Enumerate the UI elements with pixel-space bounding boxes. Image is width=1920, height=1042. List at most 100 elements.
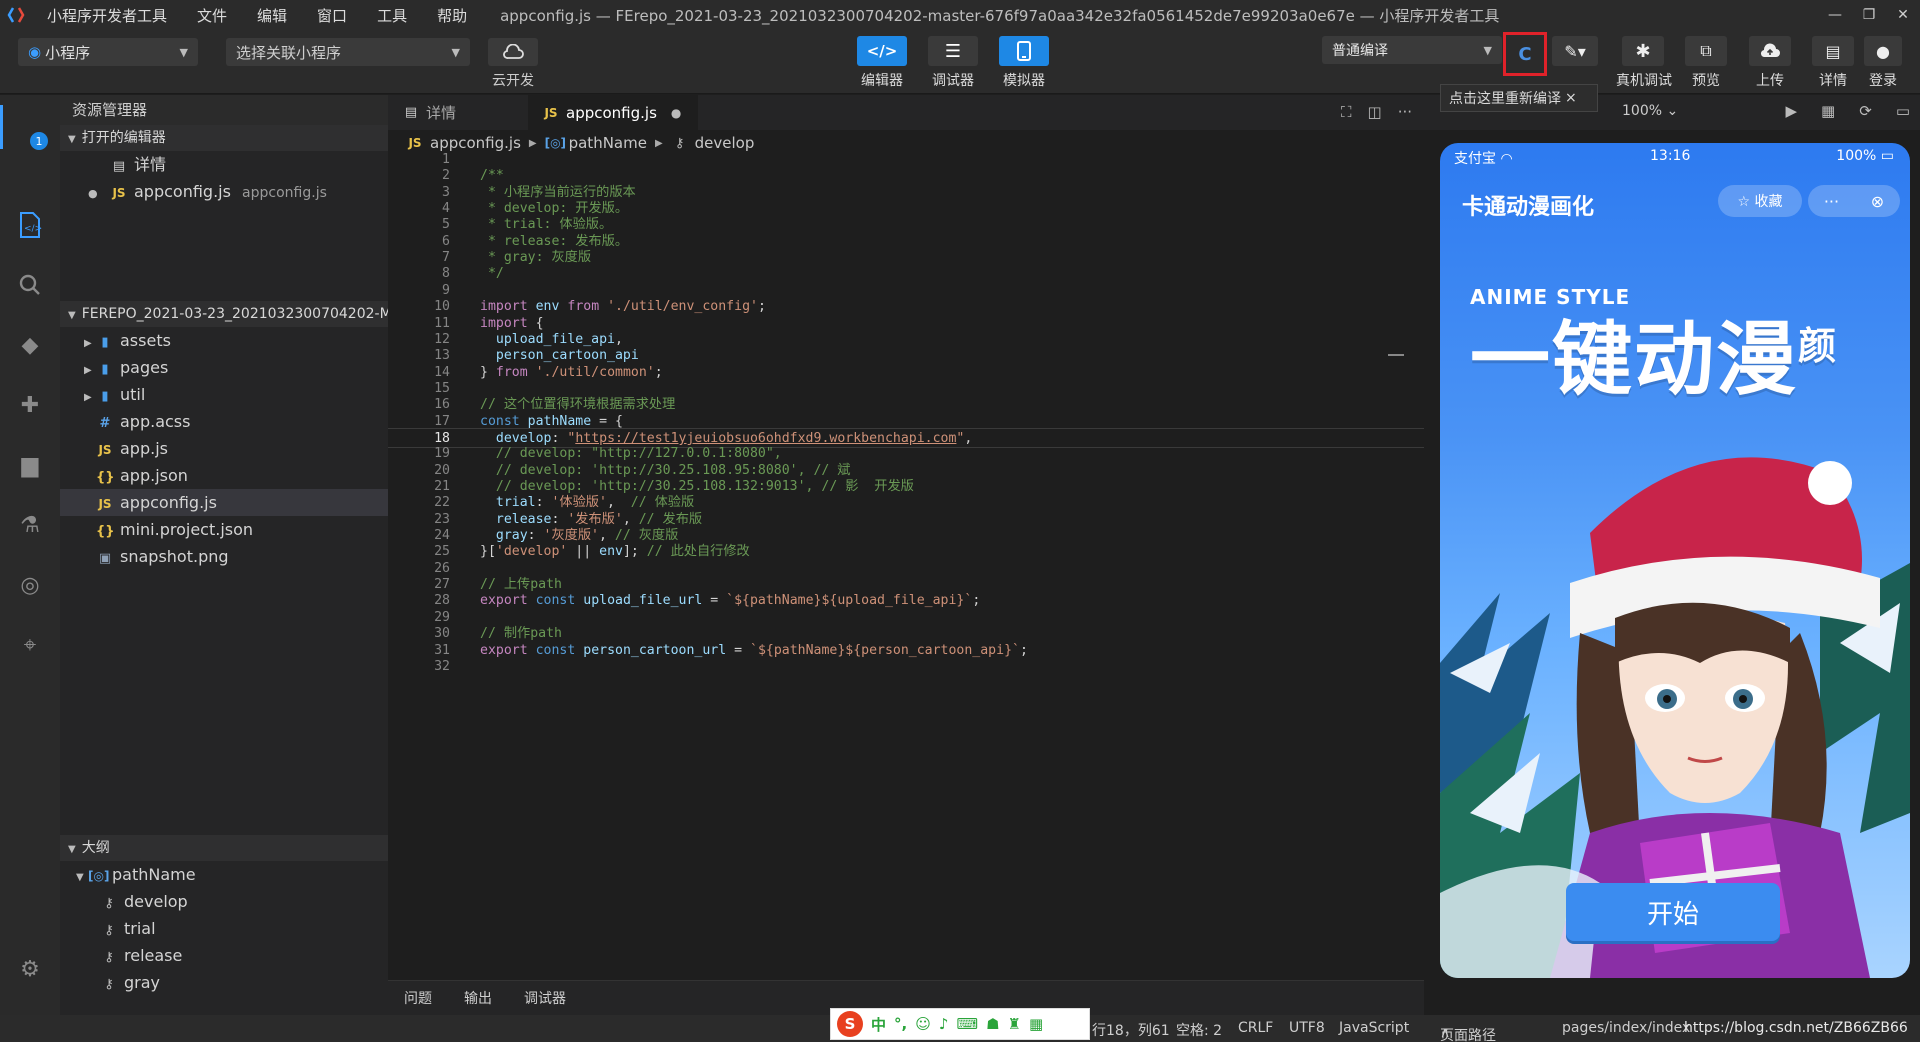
git-icon[interactable]: ◆ [12,327,48,363]
support-icon[interactable]: ◎ [12,567,48,603]
bug-icon: ✱ [1635,40,1651,62]
start-button[interactable]: 开始 [1566,883,1780,941]
cloud-dev-button[interactable] [488,38,538,66]
ime-chinese-icon[interactable]: 中 [871,1014,886,1035]
explorer-icon[interactable]: </> [12,207,48,243]
collapse-icon: ▼ [68,310,76,321]
settings-gear-icon[interactable]: ⚙ [12,951,48,987]
file-tree-item[interactable]: # app.acss [60,408,388,435]
close-window-button[interactable]: ✕ [1886,0,1920,30]
ime-toolbar[interactable]: S 中 °, ☺ ♪ ⌨ ☗ ♜ ▦ [830,1008,1090,1040]
file-tree: ▶ ▮ assets ▶ ▮ pages ▶ ▮ util # app.acss JS app.js {}… [60,327,388,570]
unsaved-dot-icon[interactable]: ● [671,106,681,120]
close-miniapp-icon[interactable]: ⊗ [1871,192,1884,211]
ime-keyboard-icon[interactable]: ⌨ [956,1015,978,1033]
page-path: pages/index/index [1562,1020,1691,1036]
recompile-button[interactable]: C [1503,32,1547,76]
restore-button[interactable]: ❐ [1852,0,1886,30]
ime-punct-icon[interactable]: °, [894,1015,907,1033]
file-tree-item[interactable]: ▶ ▮ pages [60,354,388,381]
ime-mic-icon[interactable]: ♪ [939,1015,949,1033]
menu-help[interactable]: 帮助 [422,5,482,26]
remote-debug-button[interactable]: ✱ [1622,36,1664,66]
tooltip-close-icon[interactable]: × [1565,90,1577,106]
ime-user-icon[interactable]: ☗ [986,1015,999,1033]
extensions-icon[interactable]: ✚ [12,387,48,423]
outline-header[interactable]: ▼ 大纲 [60,835,388,861]
outline-root[interactable]: ▼ [◎] pathName [60,861,388,888]
menu-tools[interactable]: 工具 [362,5,422,26]
collapse-icon: ▼ [68,844,76,855]
cloud-functions-icon[interactable]: ▆ [12,447,48,483]
tab-problems[interactable]: 问题 [388,988,448,1008]
language-mode[interactable]: JavaScript [1339,1020,1409,1036]
simulator-toggle-button[interactable] [999,36,1049,66]
indentation[interactable]: 空格: 2 [1176,1020,1222,1040]
related-miniapp-select[interactable]: 选择关联小程序 ▼ [226,38,470,66]
outline-item[interactable]: ⚷ develop [60,888,388,915]
code-line[interactable]: 32 [388,657,1424,677]
tab-details[interactable]: ▤ 详情 [388,95,520,130]
window-icon[interactable]: ▭ [1896,102,1910,120]
file-tree-item[interactable]: JS appconfig.js [60,489,388,516]
tab-debugger[interactable]: 调试器 [508,988,582,1008]
debugger-toggle-label: 调试器 [932,73,974,89]
play-icon[interactable]: ▶ [1786,102,1798,120]
more-icon[interactable]: ··· [1824,192,1839,211]
related-miniapp-placeholder: 选择关联小程序 [236,43,342,62]
file-tree-item[interactable]: {} mini.project.json [60,516,388,543]
tab-appconfig[interactable]: JS appconfig.js ● [528,95,698,130]
debugger-toggle-button[interactable]: ☰ [928,36,978,66]
rotate-icon[interactable]: ⟳ [1859,102,1872,120]
open-editors-header[interactable]: ▼ 打开的编辑器 [60,125,388,151]
file-name: util [120,385,146,404]
open-editor-details[interactable]: ▤ 详情 [60,151,388,178]
outline-item[interactable]: ⚷ trial [60,915,388,942]
more-icon[interactable]: ··· [1398,103,1412,121]
favorite-button[interactable]: ☆ 收藏 [1718,185,1802,217]
ime-emoji-icon[interactable]: ☺ [915,1015,931,1033]
outline-root-label: pathName [112,865,196,884]
zoom-select[interactable]: 100% ⌄ [1622,103,1678,119]
minimize-button[interactable]: — [1818,0,1852,30]
login-button[interactable]: ● [1864,36,1902,66]
project-type-select[interactable]: ◉ 小程序 ▼ [18,38,198,66]
file-tree-item[interactable]: ▶ ▮ util [60,381,388,408]
outline-item[interactable]: ⚷ release [60,942,388,969]
ime-menu-icon[interactable]: ▦ [1029,1015,1043,1033]
file-tree-item[interactable]: JS app.js [60,435,388,462]
code-editor[interactable]: 1 2/** 3 * 小程序当前运行的版本 4 * develop: 开发版。 5 * … [388,152,1424,980]
editor-toggle-button[interactable]: </> [857,36,907,66]
menu-file[interactable]: 文件 [182,5,242,26]
ime-skin-icon[interactable]: ♜ [1008,1015,1021,1033]
file-tree-item[interactable]: {} app.json [60,462,388,489]
clear-cache-button[interactable]: ✎▾ [1552,36,1598,66]
test-flask-icon[interactable]: ⚗ [12,507,48,543]
search-icon[interactable] [12,267,48,303]
file-name: app.json [120,466,188,485]
split-editor-icon[interactable]: ◫ [1368,103,1382,121]
preview-button[interactable]: ⧉ [1685,36,1727,66]
inspect-icon[interactable]: ⌖ [12,627,48,663]
file-encoding[interactable]: UTF8 [1289,1020,1325,1036]
grid-icon[interactable]: ▦ [1821,102,1835,120]
menu-window[interactable]: 窗口 [302,5,362,26]
variable-icon: [◎] [544,136,567,150]
details-button[interactable]: ▤ [1812,36,1854,66]
upload-button[interactable] [1749,36,1791,66]
file-tree-item[interactable]: ▣ snapshot.png [60,543,388,570]
outline-item-label: trial [124,919,156,938]
phone-simulator[interactable]: 支付宝 ◠ 13:16 100% ▭ 卡通动漫画化 ☆ 收藏 ··· ⊗ ANI… [1440,143,1910,978]
menu-edit[interactable]: 编辑 [242,5,302,26]
tab-output[interactable]: 输出 [448,988,508,1008]
file-tree-item[interactable]: ▶ ▮ assets [60,327,388,354]
cursor-position[interactable]: 行18，列61 [1092,1020,1170,1040]
svg-text:</>: </> [24,224,42,234]
file-name: snapshot.png [120,547,229,566]
outline-item[interactable]: ⚷ gray [60,969,388,996]
fullscreen-icon[interactable]: ⛶ [1341,103,1352,121]
project-header[interactable]: ▼ FEREPO_2021-03-23_2021032300704202-MAST… [60,301,388,327]
compile-mode-select[interactable]: 普通编译 ▼ [1322,36,1502,64]
open-editor-appconfig[interactable]: ● JS appconfig.js appconfig.js [60,178,388,205]
line-ending[interactable]: CRLF [1238,1020,1273,1036]
